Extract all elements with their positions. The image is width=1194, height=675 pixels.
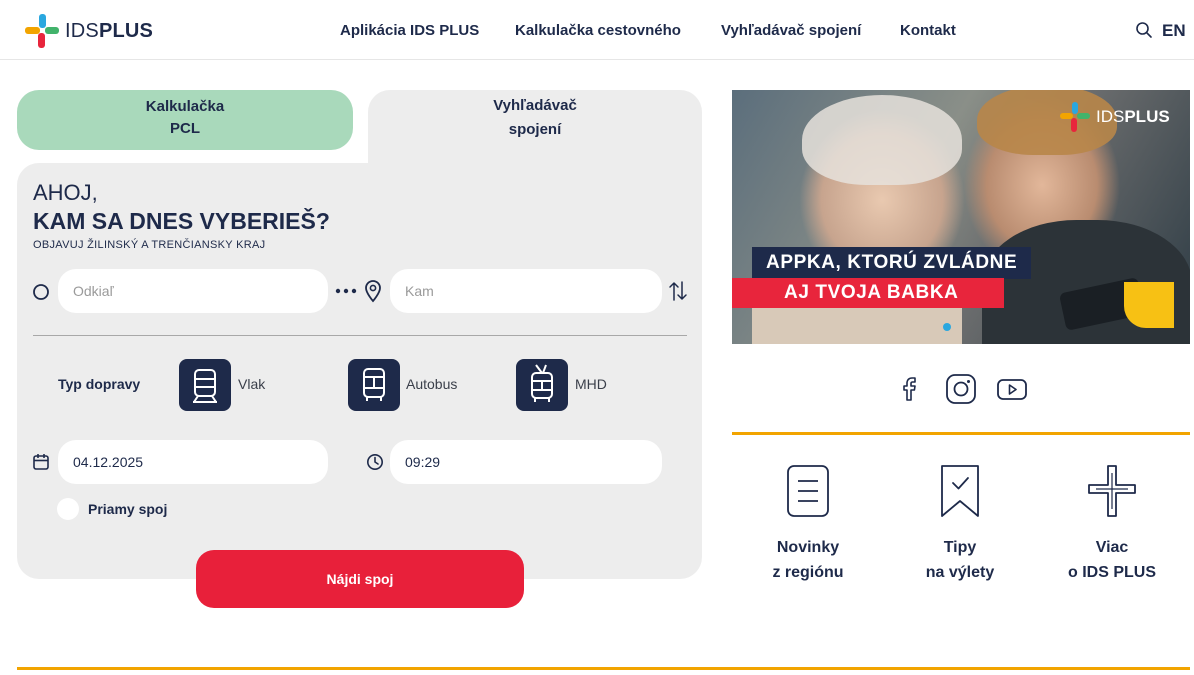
banner-headline-line2: AJ TVOJA BABKA <box>732 278 1004 308</box>
tab-connection-search[interactable]: Vyhľadávač spojení <box>368 90 702 170</box>
from-input[interactable] <box>58 269 328 313</box>
train-label: Vlak <box>238 376 266 392</box>
banner-headline-line1: APPKA, KTORÚ ZVLÁDNE <box>752 247 1032 279</box>
planner-headline: KAM SA DNES VYBERIEŠ? <box>33 208 330 234</box>
train-icon <box>193 369 217 403</box>
site-header: IDSPLUS Aplikácia IDS PLUS Kalkulačka ce… <box>0 0 1194 60</box>
calendar-icon <box>33 454 49 470</box>
transport-type-label: Typ dopravy <box>58 376 141 392</box>
bus-toggle-button[interactable] <box>348 359 400 411</box>
bookmark-check-icon[interactable] <box>934 463 986 519</box>
tile-more-about[interactable]: Viac o IDS PLUS <box>1037 535 1187 585</box>
tile-trip-tips[interactable]: Tipy na výlety <box>885 535 1035 585</box>
facebook-icon[interactable] <box>893 372 927 406</box>
tab-calc-line2: PCL <box>170 120 200 137</box>
document-icon[interactable] <box>782 463 834 519</box>
nav-link-app[interactable]: Aplikácia IDS PLUS <box>340 22 479 39</box>
footer-divider <box>17 667 1190 670</box>
planner-subline: OBJAVUJ ŽILINSKÝ A TRENČIANSKY KRAJ <box>33 239 266 251</box>
language-switch[interactable]: EN <box>1162 21 1186 41</box>
city-transport-label: MHD <box>575 376 607 392</box>
clock-icon <box>367 454 383 470</box>
ids-logo-outline-icon[interactable] <box>1086 463 1138 519</box>
logo-text: IDSPLUS <box>65 19 154 42</box>
city-transport-toggle-button[interactable] <box>516 359 568 411</box>
bus-icon <box>363 368 385 401</box>
origin-circle-icon <box>33 284 49 300</box>
ids-cross-icon <box>25 14 59 48</box>
carousel-indicator[interactable] <box>943 323 951 331</box>
bus-label: Autobus <box>406 376 458 392</box>
instagram-icon[interactable] <box>944 372 978 406</box>
nav-link-fare-calculator[interactable]: Kalkulačka cestovného <box>515 22 681 39</box>
form-divider <box>33 335 687 336</box>
destination-pin-icon <box>365 280 381 303</box>
banner-yellow-shape <box>1124 282 1174 328</box>
nav-link-connection-search[interactable]: Vyhľadávač spojení <box>721 22 861 39</box>
more-dots-icon <box>335 288 357 294</box>
search-icon[interactable] <box>1135 21 1153 39</box>
direct-connection-checkbox[interactable] <box>57 498 79 520</box>
ids-cross-icon <box>1060 102 1090 132</box>
swap-direction-icon[interactable] <box>668 280 688 302</box>
find-connection-button[interactable]: Nájdi spoj <box>196 550 524 608</box>
trolleybus-icon <box>531 364 553 402</box>
tab-fare-calculator[interactable]: Kalkulačka PCL <box>17 90 353 150</box>
ids-plus-logo[interactable]: IDSPLUS <box>25 14 153 48</box>
tab-search-line1: Vyhľadávač <box>493 97 577 114</box>
time-input[interactable] <box>390 440 662 484</box>
tile-news[interactable]: Novinky z regiónu <box>733 535 883 585</box>
tab-search-line2: spojení <box>508 121 562 138</box>
train-toggle-button[interactable] <box>179 359 231 411</box>
date-input[interactable] <box>58 440 328 484</box>
youtube-icon[interactable] <box>995 372 1029 406</box>
tab-calc-line1: Kalkulačka <box>145 98 225 115</box>
banner-logo: IDSPLUS <box>1060 102 1170 132</box>
nav-link-contact[interactable]: Kontakt <box>900 22 956 39</box>
greeting: AHOJ, <box>33 180 98 205</box>
section-divider <box>732 432 1190 435</box>
promo-banner[interactable]: IDSPLUS APPKA, KTORÚ ZVLÁDNE AJ TVOJA BA… <box>732 90 1190 344</box>
to-input[interactable] <box>390 269 662 313</box>
direct-connection-label: Priamy spoj <box>88 501 168 517</box>
